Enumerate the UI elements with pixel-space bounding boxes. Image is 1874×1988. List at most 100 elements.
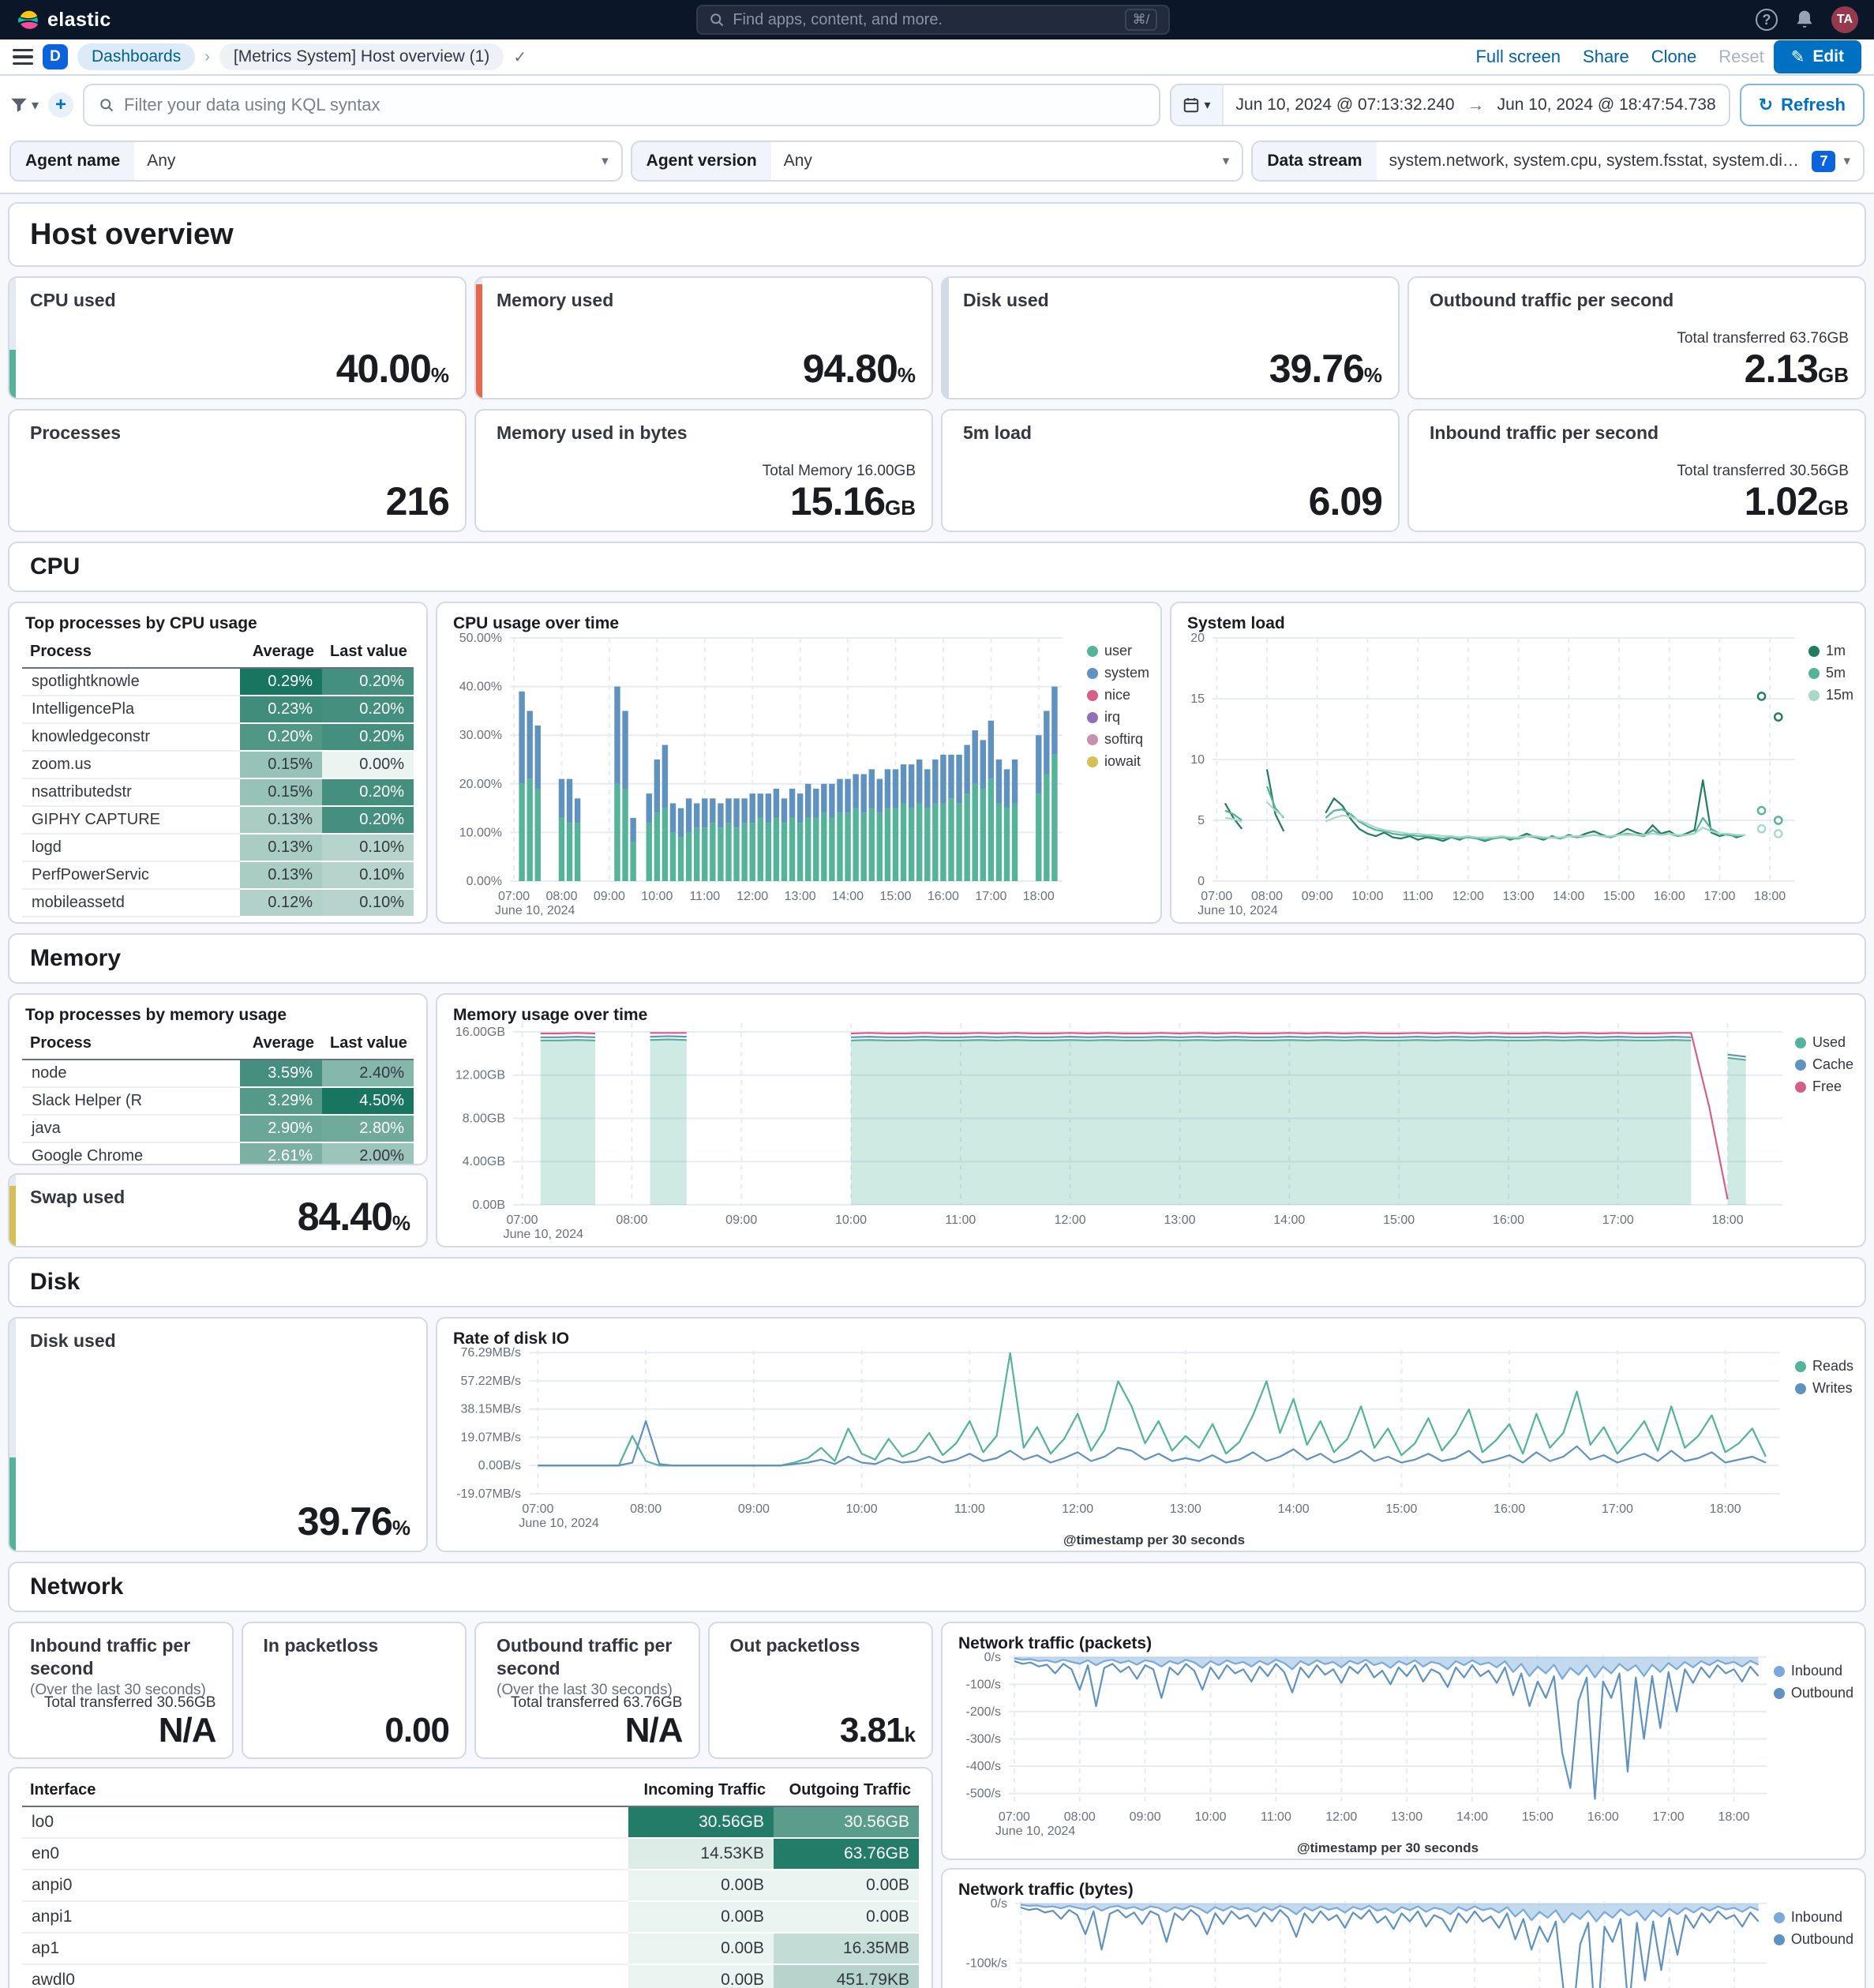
metric-card-disk-used: Disk used 39.76% <box>8 1317 428 1552</box>
table-row[interactable]: en0 14.53KB 63.76GB <box>22 1838 919 1870</box>
action-share[interactable]: Share <box>1583 47 1629 67</box>
table-row[interactable]: awdl0 0.00B 451.79KB <box>22 1964 919 1988</box>
legend-item-1m[interactable]: 1m <box>1808 643 1853 659</box>
legend-item-cache[interactable]: Cache <box>1794 1056 1853 1073</box>
kql-input[interactable] <box>124 95 1145 115</box>
legend-item-nice[interactable]: nice <box>1086 687 1149 703</box>
global-search-input[interactable] <box>733 10 1117 29</box>
svg-text:15:00: 15:00 <box>879 890 911 903</box>
row-name: spotlightknowle <box>22 668 240 696</box>
table-row[interactable]: anpi0 0.00B 0.00B <box>22 1870 919 1902</box>
table-row[interactable]: zoom.us 0.15% 0.00% <box>22 751 414 779</box>
legend-item-iowait[interactable]: iowait <box>1086 753 1149 770</box>
metrics-row-2: Processes 216 Memory used in bytes Total Me… <box>8 409 1866 532</box>
svg-text:10:00: 10:00 <box>1351 890 1383 903</box>
data-table: Process Average Last value node 3.59% 2.40% Sl… <box>22 1031 414 1164</box>
legend-item-outbound[interactable]: Outbound <box>1773 1685 1853 1701</box>
table-row[interactable]: logd 0.13% 0.10% <box>22 834 414 862</box>
table-row[interactable]: lo0 30.56GB 30.56GB <box>22 1806 919 1839</box>
legend-item-inbound[interactable]: Inbound <box>1773 1663 1853 1679</box>
avatar[interactable]: TA <box>1831 6 1858 33</box>
control-agent-version[interactable]: Agent version Any ▾ <box>630 141 1244 182</box>
metric-card-swap-used: Swap used 84.40% <box>8 1173 428 1247</box>
table-row[interactable]: IntelligencePla 0.23% 0.20% <box>22 696 414 724</box>
date-to[interactable]: Jun 10, 2024 @ 18:47:54.738 <box>1485 96 1729 114</box>
legend-item-irq[interactable]: irq <box>1086 709 1149 726</box>
refresh-button[interactable]: ↻ Refresh <box>1739 84 1865 126</box>
legend-item-5m[interactable]: 5m <box>1808 665 1853 681</box>
table-row[interactable]: java 2.90% 2.80% <box>22 1115 414 1143</box>
chart-legend: 1m 5m 15m <box>1808 643 1853 703</box>
menu-icon[interactable] <box>13 49 33 65</box>
chart-memory-usage-over-time[interactable]: Memory usage over time Used Cache Free 0.00B… <box>436 993 1866 1247</box>
heat-cell: 2.61% <box>240 1142 322 1164</box>
metric-unit: % <box>1363 363 1382 387</box>
kql-search[interactable] <box>83 84 1160 126</box>
section-header-memory: Memory <box>8 933 1866 984</box>
svg-text:4.00GB: 4.00GB <box>463 1155 505 1168</box>
svg-text:-200/s: -200/s <box>966 1705 1001 1719</box>
breadcrumb-dashboards[interactable]: Dashboards <box>77 43 196 70</box>
saved-check-icon[interactable]: ✓ <box>513 47 527 67</box>
breadcrumb-current[interactable]: [Metrics System] Host overview (1) <box>219 43 504 70</box>
chart-network-traffic-packets[interactable]: Network traffic (packets) Inbound Outbound… <box>941 1622 1866 1860</box>
heat-cell: 30.56GB <box>628 1806 774 1839</box>
table-row[interactable]: anpi1 0.00B 0.00B <box>22 1901 919 1934</box>
legend-item-writes[interactable]: Writes <box>1794 1380 1853 1397</box>
table-row[interactable]: ap1 0.00B 16.35MB <box>22 1933 919 1965</box>
svg-text:10:00: 10:00 <box>641 890 673 903</box>
control-agent-name[interactable]: Agent name Any ▾ <box>9 141 623 182</box>
alerts-bell-icon[interactable] <box>1793 9 1816 31</box>
table-row[interactable]: node 3.59% 2.40% <box>22 1060 414 1088</box>
table-row[interactable]: Slack Helper (R 3.29% 4.50% <box>22 1087 414 1116</box>
legend-item-15m[interactable]: 15m <box>1808 687 1853 703</box>
section-title-network: Network <box>30 1574 124 1600</box>
action-clone[interactable]: Clone <box>1651 47 1696 67</box>
elastic-logo[interactable]: elastic <box>16 8 111 32</box>
add-filter-button[interactable]: + <box>48 92 74 118</box>
table-row[interactable]: Google Chrome 2.61% 2.00% <box>22 1142 414 1164</box>
svg-text:09:00: 09:00 <box>725 1213 757 1227</box>
global-search[interactable]: ⌘/ <box>696 5 1171 35</box>
metric-value: 84.40 <box>297 1195 393 1239</box>
pencil-icon: ✎ <box>1790 47 1805 66</box>
legend-dot <box>1773 1911 1785 1923</box>
heat-cell: 0.10% <box>322 861 414 890</box>
action-full-screen[interactable]: Full screen <box>1475 47 1561 67</box>
table-row[interactable]: mobileassetd 0.12% 0.10% <box>22 889 414 917</box>
calendar-segment[interactable]: ▾ <box>1171 85 1224 125</box>
dashboards-app-icon[interactable]: D <box>43 44 68 69</box>
chart-cpu-usage-over-time[interactable]: CPU usage over time user system nice irq soft… <box>436 602 1162 924</box>
date-range-picker[interactable]: ▾ Jun 10, 2024 @ 07:13:32.240 → Jun 10, … <box>1169 84 1730 126</box>
legend-item-softirq[interactable]: softirq <box>1086 731 1149 748</box>
edit-button[interactable]: ✎ Edit <box>1773 40 1861 73</box>
legend-item-inbound[interactable]: Inbound <box>1773 1909 1853 1926</box>
table-row[interactable]: spotlightknowle 0.29% 0.20% <box>22 668 414 696</box>
metric-subtitle: Total transferred 63.76GB <box>510 1694 683 1711</box>
control-label: Agent version <box>632 142 771 180</box>
chart-system-load[interactable]: System load 1m 5m 15m 0 5 10 15 20 07:00 June 10, … <box>1170 602 1866 924</box>
legend-dot <box>1794 1037 1806 1048</box>
table-row[interactable]: knowledgeconstr 0.20% 0.20% <box>22 723 414 752</box>
metric-label: Disk used <box>963 290 1049 310</box>
date-from[interactable]: Jun 10, 2024 @ 07:13:32.240 <box>1224 96 1467 114</box>
legend-item-outbound[interactable]: Outbound <box>1773 1931 1853 1948</box>
legend-item-used[interactable]: Used <box>1794 1034 1853 1051</box>
legend-item-system[interactable]: system <box>1086 665 1149 681</box>
legend-item-free[interactable]: Free <box>1794 1078 1853 1095</box>
legend-item-user[interactable]: user <box>1086 643 1149 659</box>
help-icon[interactable]: ? <box>1755 9 1778 31</box>
saved-query-menu-button[interactable]: ▾ <box>9 96 39 114</box>
control-data-stream[interactable]: Data stream system.network, system.cpu, s… <box>1251 141 1865 182</box>
table-row[interactable]: PerfPowerServic 0.13% 0.10% <box>22 861 414 890</box>
heat-cell: 0.00B <box>628 1870 774 1902</box>
svg-text:09:00: 09:00 <box>594 890 625 903</box>
chart-rate-of-disk-io[interactable]: Rate of disk IO Reads Writes -19.07MB/s 0.00… <box>436 1317 1866 1552</box>
chart-network-traffic-bytes[interactable]: Network traffic (bytes) Inbound Outbound 0/… <box>941 1868 1866 1988</box>
svg-text:17:00: 17:00 <box>1703 890 1735 903</box>
legend-item-reads[interactable]: Reads <box>1794 1358 1853 1375</box>
svg-text:@timestamp per 30 seconds: @timestamp per 30 seconds <box>1063 1532 1245 1547</box>
table-row[interactable]: nsattributedstr 0.15% 0.20% <box>22 778 414 807</box>
table-row[interactable]: GIPHY CAPTURE 0.13% 0.20% <box>22 806 414 835</box>
control-value: Any <box>147 152 176 170</box>
